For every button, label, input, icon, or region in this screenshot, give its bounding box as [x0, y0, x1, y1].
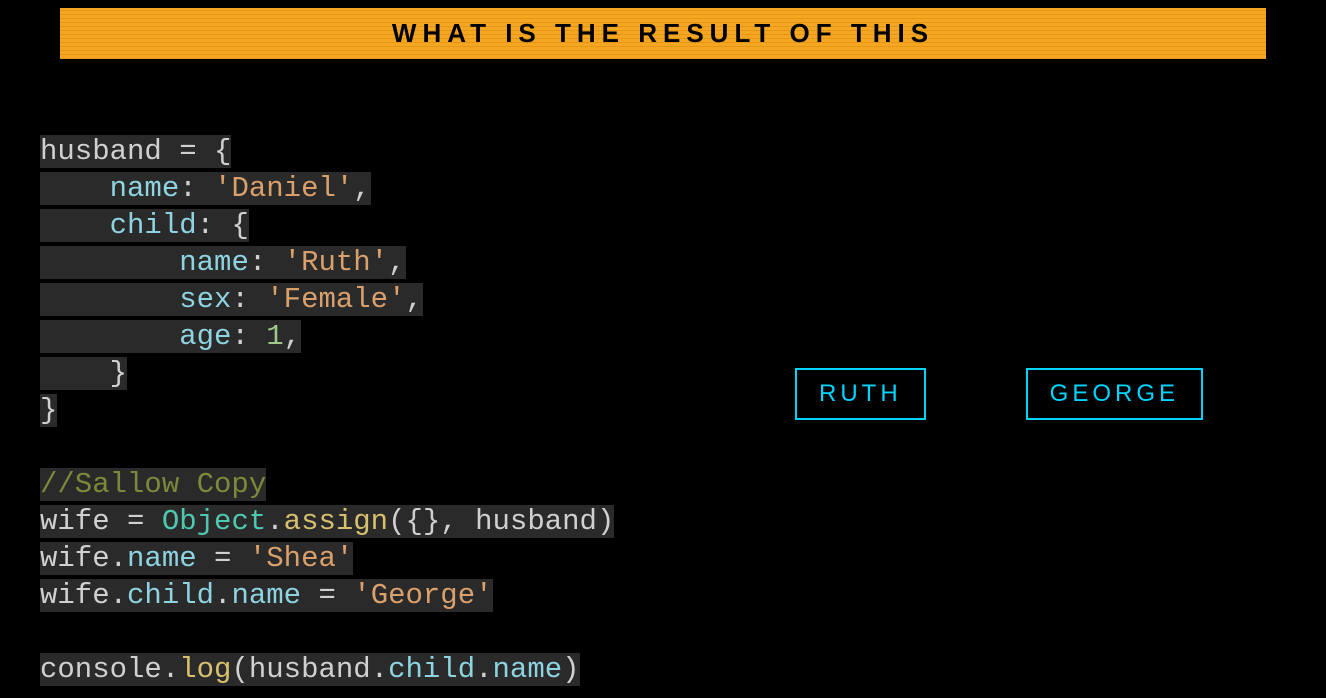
code-token: wife — [40, 579, 110, 612]
code-token: husband — [475, 505, 597, 538]
code-token: , — [284, 320, 301, 353]
code-token: name — [110, 172, 180, 205]
answer-options: RUTH GEORGE — [795, 368, 1203, 420]
code-token: Object — [162, 505, 266, 538]
code-token: name — [493, 653, 563, 686]
code-token: wife — [40, 542, 110, 575]
code-token: . — [110, 579, 127, 612]
code-token: . — [475, 653, 492, 686]
code-token: . — [110, 542, 127, 575]
code-token: assign — [284, 505, 388, 538]
code-token: : — [231, 320, 248, 353]
code-token: 'Ruth' — [266, 246, 388, 279]
code-token: } — [40, 394, 57, 427]
code-token: = { — [162, 135, 232, 168]
code-token: : — [197, 209, 214, 242]
code-token: child — [110, 209, 197, 242]
code-token: , — [406, 283, 423, 316]
code-token: 'Daniel' — [197, 172, 354, 205]
code-token: age — [179, 320, 231, 353]
code-token — [40, 172, 110, 205]
code-token: , — [388, 246, 405, 279]
code-token: ) — [562, 653, 579, 686]
code-token: husband — [249, 653, 371, 686]
code-token: = — [301, 579, 353, 612]
code-token: name — [127, 542, 197, 575]
code-token: ( — [231, 653, 248, 686]
code-token: : — [249, 246, 266, 279]
code-token — [40, 283, 179, 316]
code-token: sex — [179, 283, 231, 316]
code-token: : — [179, 172, 196, 205]
code-token: 'George' — [353, 579, 492, 612]
answer-option-george[interactable]: GEORGE — [1026, 368, 1203, 420]
code-token — [40, 320, 179, 353]
code-token: log — [179, 653, 231, 686]
code-token: 'Female' — [249, 283, 406, 316]
code-token: child — [388, 653, 475, 686]
code-token: console — [40, 653, 162, 686]
code-token: child — [127, 579, 214, 612]
code-token — [40, 246, 179, 279]
code-token: 'Shea' — [249, 542, 353, 575]
code-token: . — [162, 653, 179, 686]
code-token: } — [110, 357, 127, 390]
code-block: husband = { name: 'Daniel', child: { nam… — [40, 133, 614, 688]
code-token: ) — [597, 505, 614, 538]
code-token: = — [197, 542, 249, 575]
code-token: husband — [40, 135, 162, 168]
code-token: : — [231, 283, 248, 316]
answer-option-ruth[interactable]: RUTH — [795, 368, 926, 420]
code-token: = — [110, 505, 162, 538]
code-token: , — [353, 172, 370, 205]
code-token: { — [214, 209, 249, 242]
slide-title: WHAT IS THE RESULT OF THIS — [60, 8, 1266, 59]
code-token: name — [231, 579, 301, 612]
code-token: name — [179, 246, 249, 279]
code-token: . — [266, 505, 283, 538]
code-token — [40, 357, 110, 390]
code-token: . — [371, 653, 388, 686]
code-token: ({}, — [388, 505, 475, 538]
code-token: wife — [40, 505, 110, 538]
code-token: 1 — [249, 320, 284, 353]
code-comment: //Sallow Copy — [40, 468, 266, 501]
code-token: . — [214, 579, 231, 612]
code-token — [40, 209, 110, 242]
